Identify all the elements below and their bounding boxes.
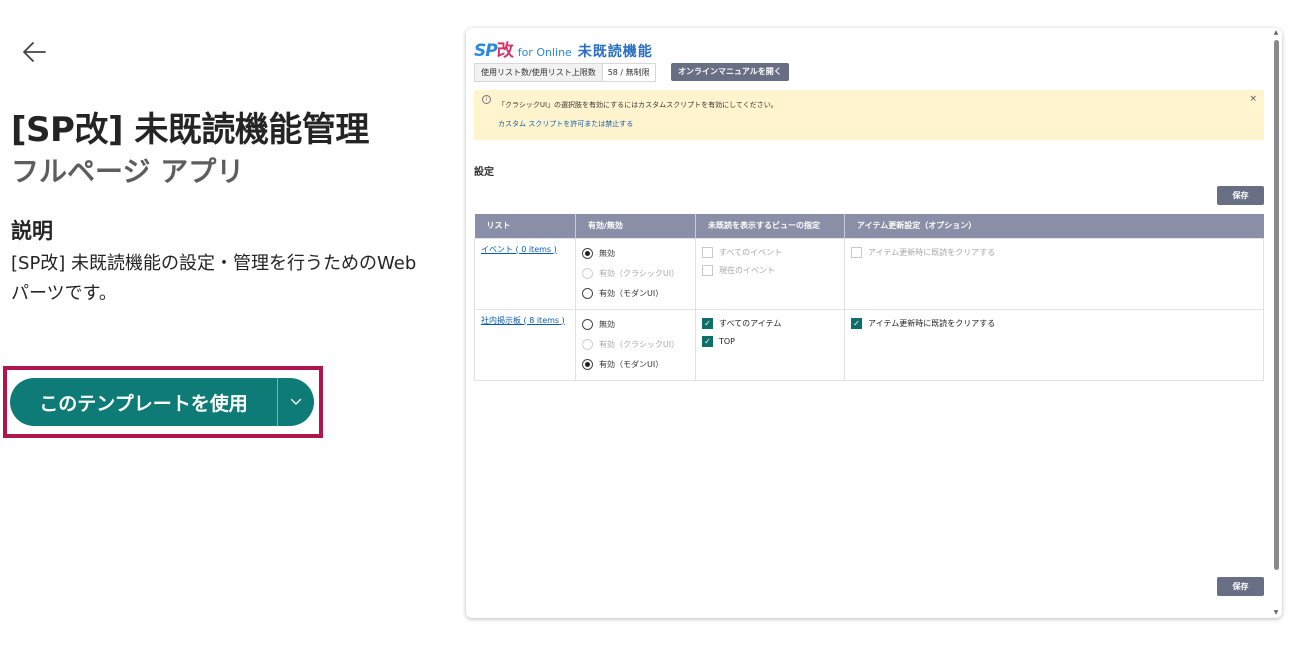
scroll-down-icon[interactable]: ▼ [1272,610,1280,616]
column-header: アイテム更新設定（オプション） [844,214,1264,238]
view-checkbox-disabled: すべてのイベント [702,244,838,262]
close-icon[interactable]: × [1249,94,1257,104]
checkbox-label: すべてのアイテム [719,319,782,328]
info-icon: i [482,95,491,104]
enable-cell: 無効 有効（クラシックUI） 有効（モダンUI） [575,237,696,310]
usage-value: 58 / 無制限 [602,64,655,81]
arrow-left-icon [23,42,46,62]
checkbox-unchecked [851,247,862,258]
chevron-down-icon [290,398,302,405]
checkbox-unchecked [702,247,713,258]
radio-unselected [582,319,593,330]
use-template-split-button: このテンプレートを使用 [10,378,314,426]
checkbox-label: すべてのイベント [719,248,783,257]
checkbox-label: TOP [719,337,736,346]
column-header: 有効/無効 [575,214,696,238]
save-button-bottom[interactable]: 保存 [1217,577,1264,596]
update-cell: アイテム更新時に既読をクリアする [844,237,1264,310]
radio-option-disabled: 有効（クラシックUI） [582,335,689,355]
list-cell: イベント ( 0 items ) [474,237,576,310]
check-icon: ✓ [702,336,713,347]
open-manual-button[interactable]: オンラインマニュアルを開く [671,63,789,81]
checkbox-label: アイテム更新時に既読をクリアする [868,319,996,328]
usage-label: 使用リスト数/使用リスト上限数 [475,64,603,81]
view-checkbox[interactable]: ✓ すべてのアイテム [702,315,838,333]
table-row: 社内掲示板 ( 8 items ) 無効 有効（クラシックUI） 有効（モダンU… [474,308,1264,381]
page-title: [SP改] 未既読機能管理 [11,110,369,150]
logo-for-online: for Online [517,46,572,59]
radio-selected [582,248,593,259]
list-link-bulletin[interactable]: 社内掲示板 ( 8 items ) [481,316,565,325]
custom-script-link[interactable]: カスタム スクリプトを許可または禁止する [498,119,633,129]
scrollbar-thumb[interactable] [1274,40,1279,570]
radio-label: 無効 [599,249,615,258]
view-checkbox-disabled: 現在のイベント [702,262,838,280]
view-checkbox[interactable]: ✓ TOP [702,333,838,351]
checkbox-unchecked [702,265,713,276]
radio-unselected [582,288,593,299]
column-header: リスト [474,214,576,238]
use-template-button[interactable]: このテンプレートを使用 [10,378,277,426]
description-heading: 説明 [11,219,53,243]
logo-product-name: 未既読機能 [577,44,653,60]
column-header: 未既読を表示するビューの指定 [695,214,845,238]
radio-label: 有効（モダンUI） [599,289,664,298]
checkbox-label: 現在のイベント [719,266,775,275]
description-text: [SP改] 未既読機能の設定・管理を行うためのWebパーツです。 [11,253,417,304]
radio-option[interactable]: 無効 [582,244,689,264]
checkbox-label: アイテム更新時に既読をクリアする [868,248,996,257]
update-cell: ✓ アイテム更新時に既読をクリアする [844,308,1264,381]
view-cell: ✓ すべてのアイテム ✓ TOP [695,308,845,381]
list-cell: 社内掲示板 ( 8 items ) [474,308,576,381]
list-link-events[interactable]: イベント ( 0 items ) [481,245,557,254]
sp-kai-logo: SP 改 for Online 未既読機能 [474,36,653,61]
view-cell: すべてのイベント 現在のイベント [695,237,845,310]
custom-script-notice: i 「クラシックUI」の選択肢を有効にするにはカスタムスクリプトを有効にしてくだ… [474,90,1264,140]
check-icon: ✓ [702,318,713,329]
logo-kai: 改 [496,41,514,61]
save-button-top[interactable]: 保存 [1217,186,1264,205]
logo-sp: SP [474,41,498,61]
radio-option-disabled: 有効（クラシックUI） [582,264,689,284]
usage-indicator: 使用リスト数/使用リスト上限数 58 / 無制限 [474,63,656,82]
enable-cell: 無効 有効（クラシックUI） 有効（モダンUI） [575,308,696,381]
scroll-up-icon[interactable]: ▲ [1272,30,1280,36]
radio-label: 有効（クラシックUI） [599,340,680,349]
radio-option[interactable]: 有効（モダンUI） [582,355,689,375]
back-button[interactable] [18,36,50,68]
update-checkbox-disabled: アイテム更新時に既読をクリアする [851,244,1257,262]
table-header-row: リスト 有効/無効 未既読を表示するビューの指定 アイテム更新設定（オプション） [474,214,1264,238]
table-row: イベント ( 0 items ) 無効 有効（クラシックUI） 有効（モダンUI… [474,237,1264,310]
radio-label: 有効（クラシックUI） [599,269,680,278]
page-subtitle: フルページ アプリ [11,155,245,188]
radio-selected [582,359,593,370]
preview-scrollbar[interactable]: ▲ ▼ [1270,28,1282,618]
settings-heading: 設定 [474,167,494,178]
radio-unselected [582,339,593,350]
radio-option[interactable]: 無効 [582,315,689,335]
radio-unselected [582,268,593,279]
update-checkbox[interactable]: ✓ アイテム更新時に既読をクリアする [851,315,1257,333]
notice-text: 「クラシックUI」の選択肢を有効にするにはカスタムスクリプトを有効にしてください… [498,101,778,109]
settings-table: リスト 有効/無効 未既読を表示するビューの指定 アイテム更新設定（オプション）… [474,214,1264,381]
check-icon: ✓ [851,318,862,329]
radio-label: 有効（モダンUI） [599,360,664,369]
radio-option[interactable]: 有効（モダンUI） [582,284,689,304]
radio-label: 無効 [599,320,615,329]
template-preview: SP 改 for Online 未既読機能 使用リスト数/使用リスト上限数 58… [466,28,1282,618]
